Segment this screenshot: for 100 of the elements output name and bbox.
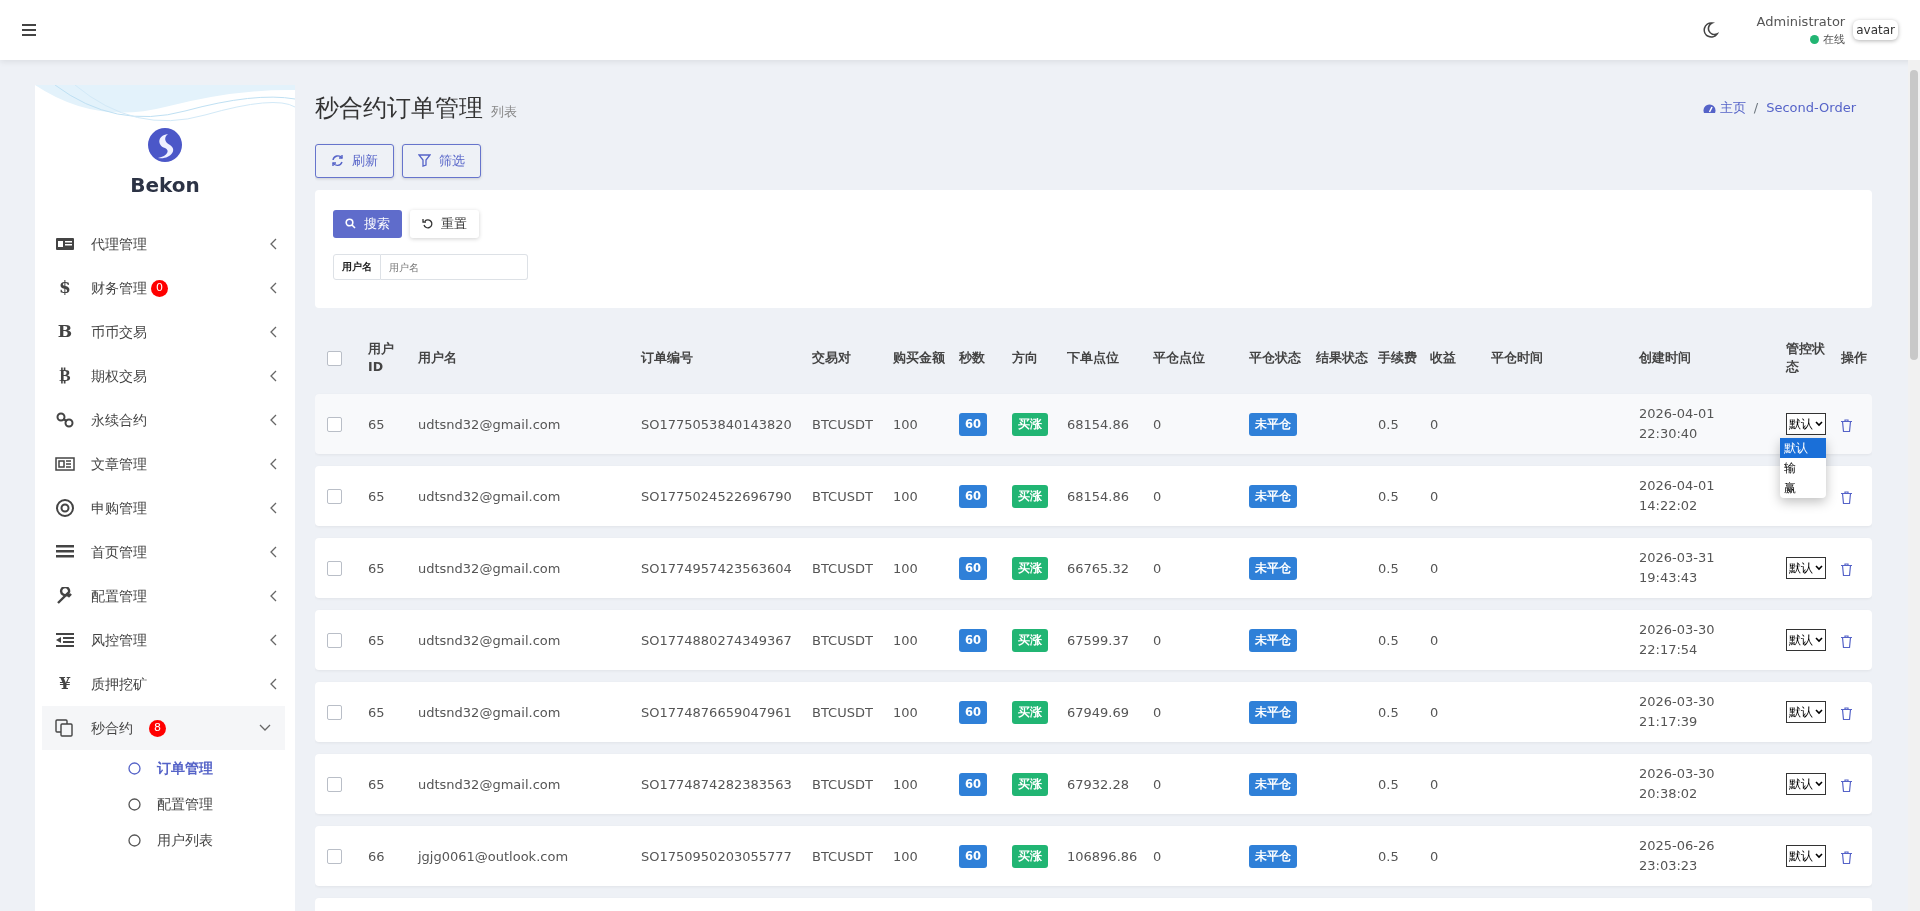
row-checkbox[interactable] <box>327 848 342 864</box>
sidebar-label: 首页管理 <box>91 542 147 562</box>
control-select[interactable]: 默认 <box>1786 629 1826 652</box>
status-badge: 未平仓 <box>1249 628 1297 652</box>
dropdown-option[interactable]: 赢 <box>1780 478 1826 499</box>
table-cell: 0.5 <box>1378 416 1399 432</box>
dropdown-option[interactable]: 输 <box>1780 458 1826 479</box>
table-cell: 0.5 <box>1378 560 1399 576</box>
dropdown-option[interactable]: 默认 <box>1780 438 1826 459</box>
table-cell: 0 <box>1153 488 1162 504</box>
column-header: 交易对 <box>812 348 851 367</box>
sidebar-item[interactable]: 风控管理 <box>35 618 295 662</box>
row-checkbox[interactable] <box>327 416 342 432</box>
search-icon <box>345 218 356 230</box>
search-button[interactable]: 搜索 <box>333 209 402 239</box>
table-cell: 66765.32 <box>1067 560 1130 576</box>
column-header: 收益 <box>1430 348 1456 367</box>
table-cell: 0 <box>1430 416 1439 432</box>
sidebar-item[interactable]: B 币币交易 <box>35 310 295 354</box>
control-select[interactable]: 默认 <box>1786 413 1826 436</box>
submenu-item[interactable]: 订单管理 <box>35 750 295 786</box>
column-header: 方向 <box>1012 348 1038 367</box>
status-badge: 未平仓 <box>1249 844 1297 868</box>
sidebar-item[interactable]: ¥ 质押挖矿 <box>35 662 295 706</box>
column-header: 创建时间 <box>1639 348 1691 367</box>
scrollbar[interactable] <box>1908 60 1920 911</box>
table-cell: 0 <box>1430 560 1439 576</box>
sidebar-label: 质押挖矿 <box>91 674 147 694</box>
column-header: 下单点位 <box>1067 348 1119 367</box>
sidebar-item[interactable]: $ 财务管理 0 <box>35 266 295 310</box>
moon-icon[interactable] <box>1700 21 1719 39</box>
table-cell: BTCUSDT <box>812 848 873 864</box>
status-badge: 未平仓 <box>1249 772 1297 796</box>
trash-icon[interactable] <box>1841 490 1852 504</box>
sidebar-item[interactable]: 永续合约 <box>35 398 295 442</box>
control-select[interactable]: 默认 <box>1786 845 1826 868</box>
table-cell: 65 <box>368 704 385 720</box>
logo-icon <box>148 128 182 162</box>
control-select[interactable]: 默认 <box>1786 557 1826 580</box>
column-header: 结果状态 <box>1316 348 1368 367</box>
circle-icon <box>128 761 141 775</box>
row-checkbox[interactable] <box>327 704 342 720</box>
submenu-item[interactable]: 配置管理 <box>35 786 295 822</box>
table-cell-text: 2026-03-30 21:17:39 <box>1639 693 1716 732</box>
control-select[interactable]: 默认 <box>1786 773 1826 796</box>
row-checkbox[interactable] <box>327 488 342 504</box>
row-checkbox[interactable] <box>327 560 342 576</box>
trash-icon[interactable] <box>1841 778 1852 792</box>
breadcrumb-link[interactable]: 主页 <box>1702 98 1746 118</box>
sidebar-item[interactable]: 配置管理 <box>35 574 295 618</box>
sidebar-label: 配置管理 <box>91 586 147 606</box>
table-cell: BTCUSDT <box>812 776 873 792</box>
table-cell: 0.5 <box>1378 776 1399 792</box>
sidebar-item[interactable]: 代理管理 <box>35 222 295 266</box>
table-cell: 0 <box>1153 632 1162 648</box>
table-cell: BTCUSDT <box>812 416 873 432</box>
table-cell-text: 2026-03-30 20:38:02 <box>1639 765 1716 804</box>
table-cell: 0.5 <box>1378 704 1399 720</box>
table-cell: 67599.37 <box>1067 632 1130 648</box>
brand-name: Bekon <box>130 172 200 199</box>
select-all-checkbox[interactable] <box>327 350 342 366</box>
trash-icon[interactable] <box>1841 634 1852 648</box>
breadcrumb-link[interactable]: Second-Order <box>1766 98 1856 118</box>
status-text: 在线 <box>1823 31 1846 48</box>
table-cell: 100 <box>893 560 918 576</box>
table-cell: 100 <box>893 632 918 648</box>
caret-icon <box>1815 853 1823 860</box>
refresh-icon <box>331 154 344 168</box>
sidebar-item[interactable]: 申购管理 <box>35 486 295 530</box>
trash-icon[interactable] <box>1841 706 1852 720</box>
reset-button[interactable]: 重置 <box>410 209 479 239</box>
trash-icon[interactable] <box>1841 418 1852 432</box>
column-header: 手续费 <box>1378 348 1417 367</box>
trash-icon[interactable] <box>1841 850 1852 864</box>
table-cell: 0 <box>1153 416 1162 432</box>
seconds-badge: 60 <box>959 412 987 436</box>
control-select[interactable]: 默认 <box>1786 701 1826 724</box>
submenu-item[interactable]: 用户列表 <box>35 822 295 858</box>
count-badge: 0 <box>151 279 168 297</box>
menu-icon-glyph: ₿ <box>58 364 72 388</box>
status-badge: 未平仓 <box>1249 556 1297 580</box>
caret-icon <box>1815 421 1823 428</box>
sidebar-item[interactable]: 秒合约 8 <box>42 706 285 750</box>
table-cell: SO1775053840143820 <box>641 416 792 432</box>
column-header: 平仓状态 <box>1249 348 1301 367</box>
sidebar-item[interactable]: 文章管理 <box>35 442 295 486</box>
username-input[interactable]: 用户名 <box>381 254 528 281</box>
sidebar-label: 代理管理 <box>91 234 147 254</box>
avatar-image[interactable]: avatar <box>1853 20 1898 40</box>
sidebar-item[interactable]: ₿ 期权交易 <box>35 354 295 398</box>
table-cell: udtsnd32@gmail.com <box>418 560 561 576</box>
row-checkbox[interactable] <box>327 632 342 648</box>
filter-button[interactable]: 筛选 <box>402 144 481 178</box>
refresh-button[interactable]: 刷新 <box>315 144 394 178</box>
sidebar-item[interactable]: 首页管理 <box>35 530 295 574</box>
trash-icon[interactable] <box>1841 562 1852 576</box>
menu-icon[interactable] <box>22 24 36 36</box>
row-checkbox[interactable] <box>327 776 342 792</box>
table-cell-text: 2026-04-01 14:22:02 <box>1639 477 1716 516</box>
table-cell: 0.5 <box>1378 488 1399 504</box>
